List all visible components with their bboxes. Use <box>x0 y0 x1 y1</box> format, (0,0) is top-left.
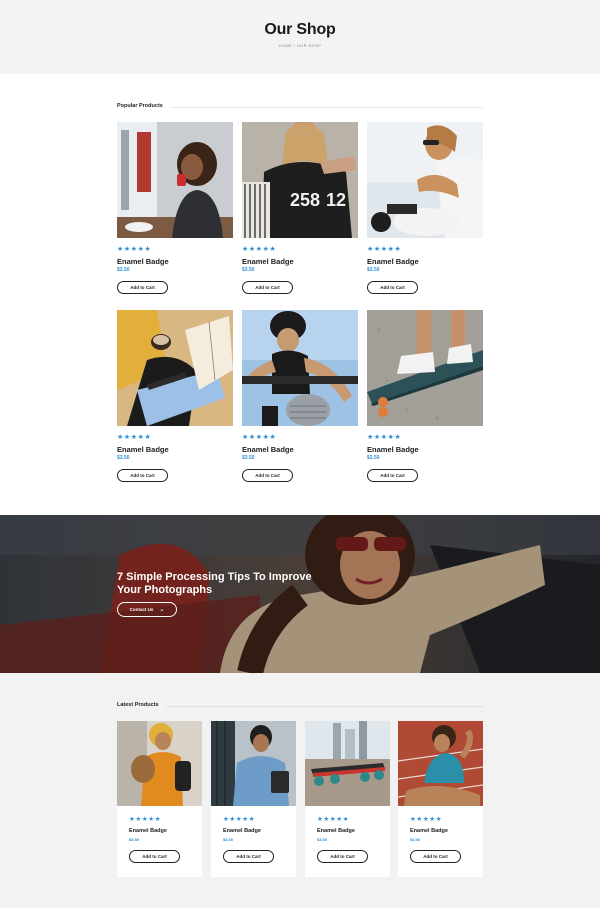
product-image[interactable] <box>367 310 483 426</box>
product-card[interactable]: ★★★★★ Enamel Badge $3.50 Add to Cart <box>367 122 483 294</box>
add-to-cart-button[interactable]: Add to Cart <box>223 850 274 863</box>
product-image[interactable] <box>367 122 483 238</box>
product-image[interactable] <box>242 310 358 426</box>
product-card[interactable]: ★★★★★ Enamel Badge $3.50 Add to Cart <box>398 721 483 877</box>
product-image[interactable] <box>211 721 296 806</box>
product-price: $3.50 <box>317 837 328 842</box>
add-to-cart-button[interactable]: Add to Cart <box>242 469 293 482</box>
product-price: $3.50 <box>367 455 380 461</box>
contact-us-button[interactable]: Contact Us ⌄ <box>117 602 177 617</box>
product-card[interactable]: ★★★★★ Enamel Badge $3.50 Add to Cart <box>367 310 483 482</box>
product-image[interactable] <box>117 310 233 426</box>
product-name[interactable]: Enamel Badge <box>367 257 419 266</box>
rating-stars: ★★★★★ <box>410 816 443 823</box>
product-name[interactable]: Enamel Badge <box>117 257 169 266</box>
add-to-cart-button[interactable]: Add to Cart <box>367 281 418 294</box>
product-image[interactable] <box>305 721 390 806</box>
rating-stars: ★★★★★ <box>129 816 162 823</box>
add-to-cart-button[interactable]: Add to Cart <box>129 850 180 863</box>
product-card[interactable]: ★★★★★ Enamel Badge $3.50 Add to Cart <box>117 122 233 294</box>
product-card[interactable]: ★★★★★ Enamel Badge $3.50 Add to Cart <box>242 310 358 482</box>
section-title: Popular Products <box>117 103 163 109</box>
product-name[interactable]: Enamel Badge <box>410 828 448 834</box>
product-image[interactable] <box>398 721 483 806</box>
rating-stars: ★★★★★ <box>242 434 277 441</box>
product-price: $3.50 <box>129 837 140 842</box>
banner-title: 7 Simple Processing Tips To Improve Your… <box>117 571 312 596</box>
product-price: $3.50 <box>367 267 380 273</box>
add-to-cart-button[interactable]: Add to Cart <box>117 281 168 294</box>
product-image[interactable] <box>117 122 233 238</box>
page-header: Our Shop HOME / OUR SHOP <box>0 0 600 74</box>
product-card[interactable]: ★★★★★ Enamel Badge $3.50 Add to Cart <box>305 721 390 877</box>
section-title: Latest Products <box>117 702 159 708</box>
product-name[interactable]: Enamel Badge <box>242 445 294 454</box>
rating-stars: ★★★★★ <box>223 816 256 823</box>
latest-products-section: Latest Products ★★★★★ Enamel Badge $3.50… <box>0 673 600 908</box>
rating-stars: ★★★★★ <box>242 246 277 253</box>
product-name[interactable]: Enamel Badge <box>129 828 167 834</box>
product-name[interactable]: Enamel Badge <box>242 257 294 266</box>
rating-stars: ★★★★★ <box>317 816 350 823</box>
product-price: $3.50 <box>242 267 255 273</box>
section-divider <box>170 107 483 108</box>
add-to-cart-button[interactable]: Add to Cart <box>117 469 168 482</box>
product-card[interactable]: ★★★★★ Enamel Badge $3.50 Add to Cart <box>117 310 233 482</box>
popular-products-section: Popular Products ★★★★★ Enamel Badge $3.5… <box>0 74 600 515</box>
product-image[interactable] <box>117 721 202 806</box>
rating-stars: ★★★★★ <box>367 434 402 441</box>
rating-stars: ★★★★★ <box>367 246 402 253</box>
chevron-down-icon: ⌄ <box>159 607 165 613</box>
product-name[interactable]: Enamel Badge <box>367 445 419 454</box>
product-card[interactable]: ★★★★★ Enamel Badge $3.50 Add to Cart <box>211 721 296 877</box>
product-price: $3.50 <box>242 455 255 461</box>
product-name[interactable]: Enamel Badge <box>317 828 355 834</box>
product-name[interactable]: Enamel Badge <box>223 828 261 834</box>
rating-stars: ★★★★★ <box>117 246 152 253</box>
product-price: $3.50 <box>410 837 421 842</box>
product-card[interactable]: 258 12 ★★★★★ Enamel Badge $3.50 Add to C… <box>242 122 358 294</box>
add-to-cart-button[interactable]: Add to Cart <box>410 850 461 863</box>
add-to-cart-button[interactable]: Add to Cart <box>317 850 368 863</box>
product-image[interactable]: 258 12 <box>242 122 358 238</box>
contact-us-label: Contact Us <box>129 607 154 612</box>
page-title: Our Shop <box>264 21 336 38</box>
add-to-cart-button[interactable]: Add to Cart <box>367 469 418 482</box>
product-price: $3.50 <box>223 837 234 842</box>
product-card[interactable]: ★★★★★ Enamel Badge $3.50 Add to Cart <box>117 721 202 877</box>
svg-text:12: 12 <box>326 190 346 210</box>
product-price: $3.50 <box>117 267 130 273</box>
rating-stars: ★★★★★ <box>117 434 152 441</box>
section-divider <box>166 706 483 707</box>
product-price: $3.50 <box>117 455 130 461</box>
add-to-cart-button[interactable]: Add to Cart <box>242 281 293 294</box>
product-name[interactable]: Enamel Badge <box>117 445 169 454</box>
breadcrumb[interactable]: HOME / OUR SHOP <box>0 43 600 48</box>
svg-text:258: 258 <box>290 190 320 210</box>
